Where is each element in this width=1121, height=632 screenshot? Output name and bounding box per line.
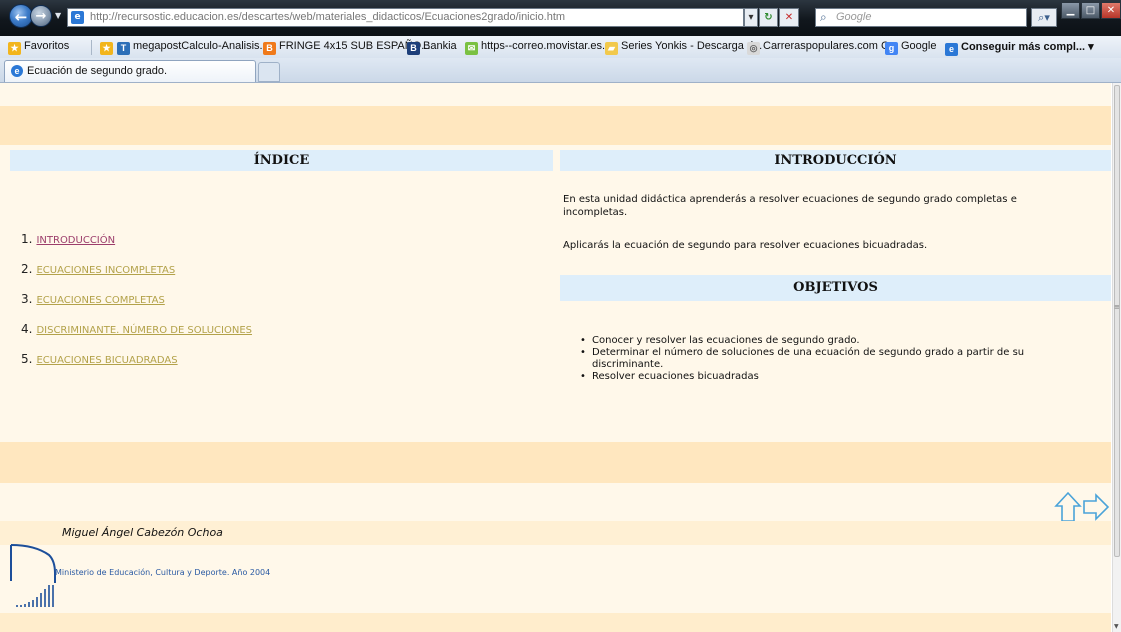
address-url[interactable]: http://recursostic.educacion.es/descarte… (90, 11, 565, 23)
stop-button[interactable]: ✕ (779, 8, 799, 27)
menu-item: 4. DISCRIMINANTE. NÚMERO DE SOLUCIONES (21, 322, 252, 336)
favorite-link-6[interactable]: ◎ Carreraspopulares.com C... (747, 40, 898, 55)
ie-tab-icon: e (11, 65, 23, 77)
intro-paragraph-2: Aplicarás la ecuación de segundo para re… (563, 240, 928, 251)
favorite-link-5[interactable]: ▰ Series Yonkis - Descarga d... (605, 40, 762, 55)
forward-button[interactable]: → (30, 5, 52, 27)
favorite-link-3[interactable]: B Bankia (407, 40, 457, 55)
footer-band (0, 442, 1111, 483)
menu-link-ecuaciones-bicuadradas[interactable]: ECUACIONES BICUADRADAS (36, 355, 177, 366)
search-icon: ⌕▾ (1038, 11, 1050, 24)
bullet-icon: • (580, 347, 586, 358)
ministry-logo-icon (10, 544, 56, 607)
menu-link-introduccion[interactable]: INTRODUCCIÓN (36, 235, 115, 246)
maximize-icon: □ (1085, 5, 1096, 16)
bullet-icon: • (580, 371, 586, 382)
header-band (0, 106, 1111, 145)
site-t-icon: T (117, 42, 130, 55)
refresh-icon: ↻ (764, 12, 773, 23)
add-favorite-button[interactable]: ★ (100, 40, 116, 55)
bullet-icon: • (580, 335, 586, 346)
page-navigation (1054, 491, 1110, 522)
ie-icon: e (945, 43, 958, 56)
add-star-icon: ★ (100, 42, 113, 55)
minimize-button[interactable]: ▁ (1061, 2, 1080, 19)
favorite-link-1[interactable]: TmegapostCalculo-Analisis... (117, 40, 269, 55)
favorite-link-4[interactable]: ✉ https--correo.movistar.es... (465, 40, 611, 55)
tab-active[interactable]: e Ecuación de segundo grado. (4, 60, 256, 82)
search-placeholder: Google (836, 11, 872, 23)
favorites-separator (91, 40, 92, 55)
index-menu: 1. INTRODUCCIÓN 2. ECUACIONES INCOMPLETAS … (21, 228, 252, 378)
menu-item: 3. ECUACIONES COMPLETAS (21, 292, 165, 306)
search-input[interactable]: ⌕ Google (815, 8, 1027, 27)
tab-bar: e Ecuación de segundo grado. (0, 58, 1121, 83)
scrollbar-grip-icon: ≡ (1114, 303, 1120, 311)
menu-link-discriminante[interactable]: DISCRIMINANTE. NÚMERO DE SOLUCIONES (36, 325, 252, 336)
new-tab-button[interactable] (258, 62, 280, 82)
minimize-icon: ▁ (1066, 5, 1075, 16)
scrollbar-thumb[interactable] (1114, 85, 1120, 557)
chevron-down-icon: ▾ (748, 12, 754, 23)
ministry-text: Ministerio de Educación, Cultura y Depor… (55, 568, 271, 577)
right-arrow-icon[interactable] (1083, 493, 1110, 521)
vertical-scrollbar[interactable]: ≡ ▼ (1112, 83, 1121, 632)
stop-icon: ✕ (784, 12, 794, 23)
objectives-heading: OBJETIVOS (560, 275, 1111, 301)
author-name: Miguel Ángel Cabezón Ochoa (62, 526, 223, 539)
intro-heading: INTRODUCCIÓN (560, 150, 1111, 171)
menu-link-ecuaciones-completas[interactable]: ECUACIONES COMPLETAS (36, 295, 164, 306)
back-arrow-icon: ← (14, 8, 28, 26)
objective-item: • Resolver ecuaciones bicuadradas (580, 371, 759, 382)
blogger-icon: B (263, 42, 276, 55)
close-button[interactable]: ✕ (1101, 2, 1121, 19)
objectives-list: • Conocer y resolver las ecuaciones de se… (580, 335, 1080, 383)
bankia-icon: B (407, 42, 420, 55)
maximize-button[interactable]: □ (1081, 2, 1100, 19)
page-content: ÍNDICE INTRODUCCIÓN 1. INTRODUCCIÓN 2. ECU… (0, 83, 1111, 632)
menu-item: 2. ECUACIONES INCOMPLETAS (21, 262, 176, 276)
scroll-down-icon[interactable]: ▼ (1114, 623, 1119, 630)
folder-icon: ▰ (605, 42, 618, 55)
search-button[interactable]: ⌕▾ (1031, 8, 1057, 27)
address-dropdown-button[interactable]: ▾ (744, 8, 758, 27)
refresh-button[interactable]: ↻ (759, 8, 778, 27)
star-icon: ★ (8, 42, 21, 55)
objective-item: • Determinar el número de soluciones de u… (580, 347, 1025, 370)
runner-icon: ◎ (747, 42, 760, 55)
ie-page-icon: e (71, 11, 84, 24)
objective-item: • Conocer y resolver las ecuaciones de se… (580, 335, 860, 346)
intro-paragraph-1: En esta unidad didáctica aprenderás a re… (563, 194, 1017, 218)
favorites-button[interactable]: ★ Favoritos (8, 40, 69, 55)
menu-item: 5. ECUACIONES BICUADRADAS (21, 352, 178, 366)
mail-icon: ✉ (465, 42, 478, 55)
favorite-link-2[interactable]: B FRINGE 4x15 SUB ESPAÑO... (263, 40, 430, 55)
bottom-band (0, 613, 1111, 632)
favorite-link-7[interactable]: g Google (885, 40, 936, 55)
tab-title: Ecuación de segundo grado. (27, 65, 168, 77)
favorite-link-8[interactable]: e Conseguir más compl... ▾ (945, 40, 1094, 56)
google-icon: g (885, 42, 898, 55)
close-icon: ✕ (1106, 5, 1116, 16)
forward-arrow-icon: → (35, 9, 47, 24)
up-arrow-icon[interactable] (1054, 491, 1082, 522)
search-provider-icon: ⌕ (820, 10, 827, 24)
menu-item: 1. INTRODUCCIÓN (21, 232, 116, 246)
browser-titlebar: ← → ▼ e http://recursostic.educacion.es/… (0, 0, 1121, 36)
index-heading: ÍNDICE (10, 150, 553, 171)
address-bar[interactable]: e http://recursostic.educacion.es/descar… (67, 8, 744, 27)
history-dropdown-icon[interactable]: ▼ (55, 11, 61, 20)
menu-link-ecuaciones-incompletas[interactable]: ECUACIONES INCOMPLETAS (36, 265, 175, 276)
favorites-bar: ★ Favoritos ★ TmegapostCalculo-Analisis..… (0, 36, 1121, 59)
